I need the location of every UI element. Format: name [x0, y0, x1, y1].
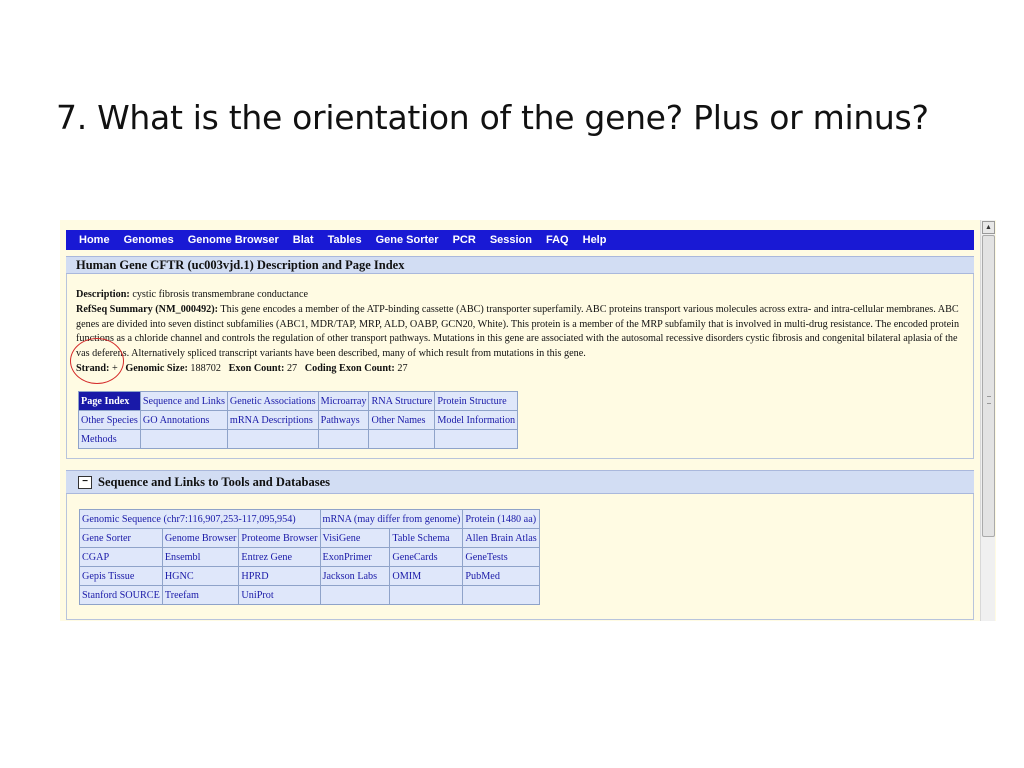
- table-row: Gene Sorter Genome Browser Proteome Brow…: [79, 528, 540, 548]
- strand-label: Strand:: [76, 362, 110, 374]
- exon-count-label: Exon Count:: [228, 362, 285, 374]
- top-navbar: Home Genomes Genome Browser Blat Tables …: [66, 230, 974, 250]
- sequence-links-header: − Sequence and Links to Tools and Databa…: [66, 470, 974, 494]
- empty-cell: [317, 429, 370, 449]
- gene-description-text: Description: cystic fibrosis transmembra…: [76, 288, 966, 377]
- empty-cell: [434, 429, 519, 449]
- nav-session[interactable]: Session: [490, 234, 532, 246]
- protein-link[interactable]: Protein (1480 aa): [462, 509, 540, 529]
- genomic-size-value: 188702: [190, 362, 221, 374]
- treefam-link[interactable]: Treefam: [161, 585, 240, 605]
- genomic-sequence-link[interactable]: Genomic Sequence (chr7:116,907,253-117,0…: [79, 509, 321, 529]
- genomic-size-label: Genomic Size:: [125, 362, 188, 374]
- jackson-labs-link[interactable]: Jackson Labs: [319, 566, 391, 586]
- exon-count-value: 27: [286, 362, 298, 374]
- genome-browser-link[interactable]: Genome Browser: [161, 528, 240, 548]
- entrez-gene-link[interactable]: Entrez Gene: [238, 547, 321, 567]
- methods-link[interactable]: Methods: [78, 429, 141, 449]
- table-schema-link[interactable]: Table Schema: [389, 528, 464, 548]
- sequence-links-title: Sequence and Links to Tools and Database…: [98, 475, 331, 489]
- omim-link[interactable]: OMIM: [389, 566, 464, 586]
- description-label: Description:: [76, 289, 130, 300]
- ensembl-link[interactable]: Ensembl: [161, 547, 240, 567]
- grip-icon: [987, 396, 991, 404]
- coding-exon-count-value: 27: [397, 362, 408, 374]
- description-value: cystic fibrosis transmembrane conductanc…: [132, 289, 308, 300]
- allen-brain-atlas-link[interactable]: Allen Brain Atlas: [462, 528, 540, 548]
- coding-exon-count-label: Coding Exon Count:: [304, 362, 395, 374]
- nav-blat[interactable]: Blat: [293, 234, 314, 246]
- visigene-link[interactable]: VisiGene: [319, 528, 391, 548]
- other-names-link[interactable]: Other Names: [368, 410, 436, 430]
- sequence-and-links-link[interactable]: Sequence and Links: [139, 391, 228, 411]
- pathways-link[interactable]: Pathways: [317, 410, 370, 430]
- pubmed-link[interactable]: PubMed: [462, 566, 540, 586]
- nav-tables[interactable]: Tables: [328, 234, 362, 246]
- microarray-link[interactable]: Microarray: [317, 391, 370, 411]
- sequence-links-table: Genomic Sequence (chr7:116,907,253-117,0…: [79, 509, 540, 605]
- browser-screenshot: Home Genomes Genome Browser Blat Tables …: [60, 220, 996, 621]
- mrna-descriptions-link[interactable]: mRNA Descriptions: [226, 410, 319, 430]
- rna-structure-link[interactable]: RNA Structure: [368, 391, 436, 411]
- page-index-table: Page Index Sequence and Links Genetic As…: [78, 391, 519, 449]
- genetic-associations-link[interactable]: Genetic Associations: [226, 391, 319, 411]
- table-row: Other Species GO Annotations mRNA Descri…: [78, 410, 519, 430]
- empty-cell: [462, 585, 540, 605]
- nav-help[interactable]: Help: [583, 234, 607, 246]
- cgap-link[interactable]: CGAP: [79, 547, 163, 567]
- table-row: Page Index Sequence and Links Genetic As…: [78, 391, 519, 411]
- empty-cell: [319, 585, 391, 605]
- gepis-tissue-link[interactable]: Gepis Tissue: [79, 566, 163, 586]
- go-annotations-link[interactable]: GO Annotations: [139, 410, 228, 430]
- gene-description-header: Human Gene CFTR (uc003vjd.1) Description…: [66, 256, 974, 274]
- hgnc-link[interactable]: HGNC: [161, 566, 240, 586]
- empty-cell: [139, 429, 228, 449]
- stanford-source-link[interactable]: Stanford SOURCE: [79, 585, 163, 605]
- collapse-section-button[interactable]: −: [78, 476, 92, 489]
- slide-title: 7. What is the orientation of the gene? …: [56, 98, 929, 137]
- genetests-link[interactable]: GeneTests: [462, 547, 540, 567]
- mrna-link[interactable]: mRNA (may differ from genome): [319, 509, 464, 529]
- empty-cell: [226, 429, 319, 449]
- nav-gene-sorter[interactable]: Gene Sorter: [376, 234, 439, 246]
- page-index-link[interactable]: Page Index: [78, 391, 141, 411]
- empty-cell: [389, 585, 464, 605]
- protein-structure-link[interactable]: Protein Structure: [434, 391, 519, 411]
- table-row: Methods: [78, 429, 519, 449]
- other-species-link[interactable]: Other Species: [78, 410, 141, 430]
- table-row: Genomic Sequence (chr7:116,907,253-117,0…: [79, 509, 540, 529]
- scroll-thumb[interactable]: [982, 235, 995, 537]
- nav-faq[interactable]: FAQ: [546, 234, 569, 246]
- strand-value: +: [111, 362, 118, 374]
- table-row: CGAP Ensembl Entrez Gene ExonPrimer Gene…: [79, 547, 540, 567]
- table-row: Gepis Tissue HGNC HPRD Jackson Labs OMIM…: [79, 566, 540, 586]
- scroll-up-icon[interactable]: ▲: [982, 221, 995, 234]
- hprd-link[interactable]: HPRD: [238, 566, 321, 586]
- exonprimer-link[interactable]: ExonPrimer: [319, 547, 391, 567]
- uniprot-link[interactable]: UniProt: [238, 585, 321, 605]
- vertical-scrollbar[interactable]: ▲: [980, 220, 995, 621]
- nav-home[interactable]: Home: [79, 234, 110, 246]
- nav-genome-browser[interactable]: Genome Browser: [188, 234, 279, 246]
- proteome-browser-link[interactable]: Proteome Browser: [238, 528, 321, 548]
- nav-genomes[interactable]: Genomes: [124, 234, 174, 246]
- refseq-label: RefSeq Summary (NM_000492):: [76, 303, 219, 315]
- gene-sorter-link[interactable]: Gene Sorter: [79, 528, 163, 548]
- genecards-link[interactable]: GeneCards: [389, 547, 464, 567]
- empty-cell: [368, 429, 436, 449]
- model-information-link[interactable]: Model Information: [434, 410, 519, 430]
- nav-pcr[interactable]: PCR: [453, 234, 476, 246]
- table-row: Stanford SOURCE Treefam UniProt: [79, 585, 540, 605]
